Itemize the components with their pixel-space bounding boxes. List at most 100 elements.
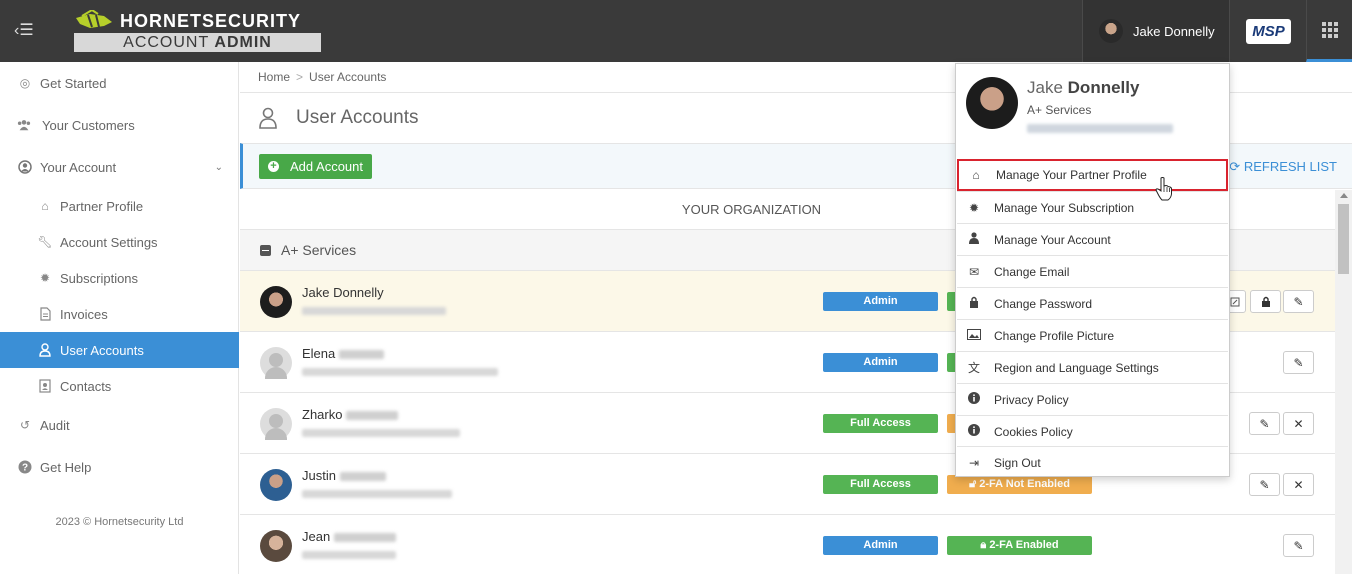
email-redacted bbox=[302, 307, 446, 315]
menu-item-region-language[interactable]: 文 Region and Language Settings bbox=[957, 351, 1228, 383]
scroll-up-icon[interactable] bbox=[1340, 193, 1348, 198]
edit-button[interactable]: ✎ bbox=[1283, 290, 1314, 313]
hornet-icon bbox=[76, 10, 112, 28]
dropdown-org: A+ Services bbox=[1027, 103, 1092, 117]
pencil-icon: ✎ bbox=[1259, 416, 1270, 431]
refresh-icon: ⟳ bbox=[1229, 159, 1241, 174]
edit-button[interactable]: ✎ bbox=[1249, 473, 1280, 496]
apps-button[interactable] bbox=[1306, 0, 1352, 62]
sidebar-item-label: Your Customers bbox=[42, 117, 135, 133]
add-account-button[interactable]: + Add Account bbox=[259, 154, 372, 179]
contact-card-icon bbox=[38, 379, 52, 393]
sidebar-item-get-started[interactable]: ◎ Get Started bbox=[0, 65, 239, 101]
grid-icon bbox=[1321, 21, 1338, 38]
home-icon: ⌂ bbox=[972, 168, 980, 182]
sidebar-item-your-customers[interactable]: Your Customers bbox=[0, 107, 239, 143]
email-redacted bbox=[302, 368, 498, 376]
msp-button[interactable]: MSP bbox=[1246, 19, 1291, 44]
sidebar-item-your-account[interactable]: Your Account ⌄ bbox=[0, 149, 239, 185]
lock-button[interactable] bbox=[1250, 290, 1281, 313]
avatar bbox=[260, 469, 292, 501]
sidebar-item-label: Invoices bbox=[60, 306, 108, 322]
twofa-badge: 🔒︎ 2-FA Enabled bbox=[947, 536, 1092, 555]
role-badge: Admin bbox=[823, 353, 938, 372]
menu-item-manage-account[interactable]: Manage Your Account bbox=[957, 223, 1228, 255]
email-redacted bbox=[302, 551, 396, 559]
breadcrumb-home[interactable]: Home bbox=[258, 70, 290, 84]
user-menu-button[interactable]: Jake Donnelly bbox=[1082, 0, 1230, 62]
edit-button[interactable]: ✎ bbox=[1283, 351, 1314, 374]
sidebar-item-label: Partner Profile bbox=[60, 198, 144, 214]
menu-item-manage-partner-profile[interactable]: ⌂ Manage Your Partner Profile bbox=[957, 159, 1228, 191]
delete-button[interactable]: ✕ bbox=[1283, 473, 1314, 496]
user-name: Jean bbox=[302, 529, 331, 544]
sidebar-item-subscriptions[interactable]: ✹ Subscriptions bbox=[0, 260, 239, 296]
last-name-redacted bbox=[333, 533, 396, 543]
picture-icon bbox=[967, 328, 981, 343]
dropdown-user-name: Jake Donnelly bbox=[1027, 78, 1140, 97]
user-name: Jake Donnelly bbox=[302, 285, 384, 300]
chevron-down-icon: ⌄ bbox=[214, 161, 223, 173]
organization-header-label: YOUR ORGANIZATION bbox=[681, 202, 822, 217]
refresh-label: REFRESH LIST bbox=[1243, 159, 1337, 174]
logo[interactable]: HORNETSECURITY ACCOUNT ADMIN bbox=[74, 9, 321, 52]
page-title: User Accounts bbox=[296, 107, 419, 128]
scrollbar[interactable] bbox=[1335, 190, 1352, 574]
sidebar-item-invoices[interactable]: Invoices bbox=[0, 296, 239, 332]
svg-text:?: ? bbox=[22, 463, 28, 474]
email-redacted bbox=[1027, 124, 1173, 133]
sidebar-item-label: User Accounts bbox=[60, 342, 144, 358]
pencil-icon: ✎ bbox=[1293, 355, 1304, 370]
sidebar-item-partner-profile[interactable]: ⌂ Partner Profile bbox=[0, 188, 239, 224]
copyright: 2023 © Hornetsecurity Ltd bbox=[55, 516, 184, 528]
pencil-icon: ✎ bbox=[1293, 538, 1304, 553]
menu-item-change-email[interactable]: ✉ Change Email bbox=[957, 255, 1228, 287]
user-dropdown-menu: Jake Donnelly A+ Services ⌂ Manage Your … bbox=[955, 63, 1230, 477]
target-icon: ◎ bbox=[19, 76, 31, 90]
table-row[interactable]: Jean Admin 🔒︎ 2-FA Enabled ✎ bbox=[240, 515, 1335, 574]
sidebar-item-user-accounts[interactable]: User Accounts bbox=[0, 332, 239, 368]
sidebar-item-account-settings[interactable]: 🔧︎ Account Settings bbox=[0, 224, 239, 260]
refresh-list-link[interactable]: ⟳ REFRESH LIST bbox=[1229, 159, 1337, 175]
edit-button[interactable]: ✎ bbox=[1283, 534, 1314, 557]
envelope-icon: ✉ bbox=[968, 264, 980, 279]
user-name: Justin bbox=[302, 468, 336, 483]
sidebar-item-contacts[interactable]: Contacts bbox=[0, 368, 239, 404]
lock-icon bbox=[967, 296, 981, 311]
users-icon bbox=[17, 118, 31, 132]
user-name: Elena bbox=[302, 346, 336, 361]
sidebar-item-label: Contacts bbox=[60, 378, 112, 394]
scrollbar-thumb[interactable] bbox=[1338, 204, 1349, 274]
menu-item-manage-subscription[interactable]: ✹ Manage Your Subscription bbox=[957, 191, 1228, 223]
menu-item-sign-out[interactable]: ⇥ Sign Out bbox=[957, 446, 1228, 478]
menu-item-cookies-policy[interactable]: Cookies Policy bbox=[957, 415, 1228, 447]
edit-button[interactable]: ✎ bbox=[1249, 412, 1280, 435]
sidebar-item-get-help[interactable]: ? Get Help bbox=[0, 449, 239, 485]
menu-item-privacy-policy[interactable]: Privacy Policy bbox=[957, 383, 1228, 415]
email-redacted bbox=[302, 429, 460, 437]
sidebar-item-label: Subscriptions bbox=[60, 270, 139, 286]
sidebar-item-audit[interactable]: ↺ Audit bbox=[0, 407, 239, 443]
avatar bbox=[966, 77, 1018, 129]
user-icon bbox=[967, 232, 981, 247]
email-redacted bbox=[302, 490, 452, 498]
sidebar-item-label: Get Help bbox=[40, 459, 92, 475]
question-circle-icon: ? bbox=[18, 460, 32, 474]
history-icon: ↺ bbox=[19, 418, 31, 432]
menu-item-change-profile-picture[interactable]: Change Profile Picture bbox=[957, 319, 1228, 351]
role-badge: Admin bbox=[823, 292, 938, 311]
logo-sub-prefix: ACCOUNT bbox=[123, 34, 209, 51]
breadcrumb-separator: > bbox=[296, 70, 304, 84]
wrench-icon: 🔧︎ bbox=[37, 235, 53, 249]
collapse-icon[interactable] bbox=[260, 244, 271, 256]
last-name-redacted bbox=[346, 411, 399, 421]
menu-item-change-password[interactable]: Change Password bbox=[957, 287, 1228, 319]
info-icon bbox=[967, 424, 981, 439]
delete-button[interactable]: ✕ bbox=[1283, 412, 1314, 435]
sidebar-toggle-icon[interactable]: ‹☰ bbox=[14, 22, 36, 40]
avatar bbox=[260, 347, 292, 379]
lock-icon bbox=[1261, 296, 1270, 307]
close-icon: ✕ bbox=[1293, 477, 1304, 492]
lock-icon: 🔒︎ bbox=[980, 539, 987, 551]
pencil-icon: ✎ bbox=[1293, 294, 1304, 309]
